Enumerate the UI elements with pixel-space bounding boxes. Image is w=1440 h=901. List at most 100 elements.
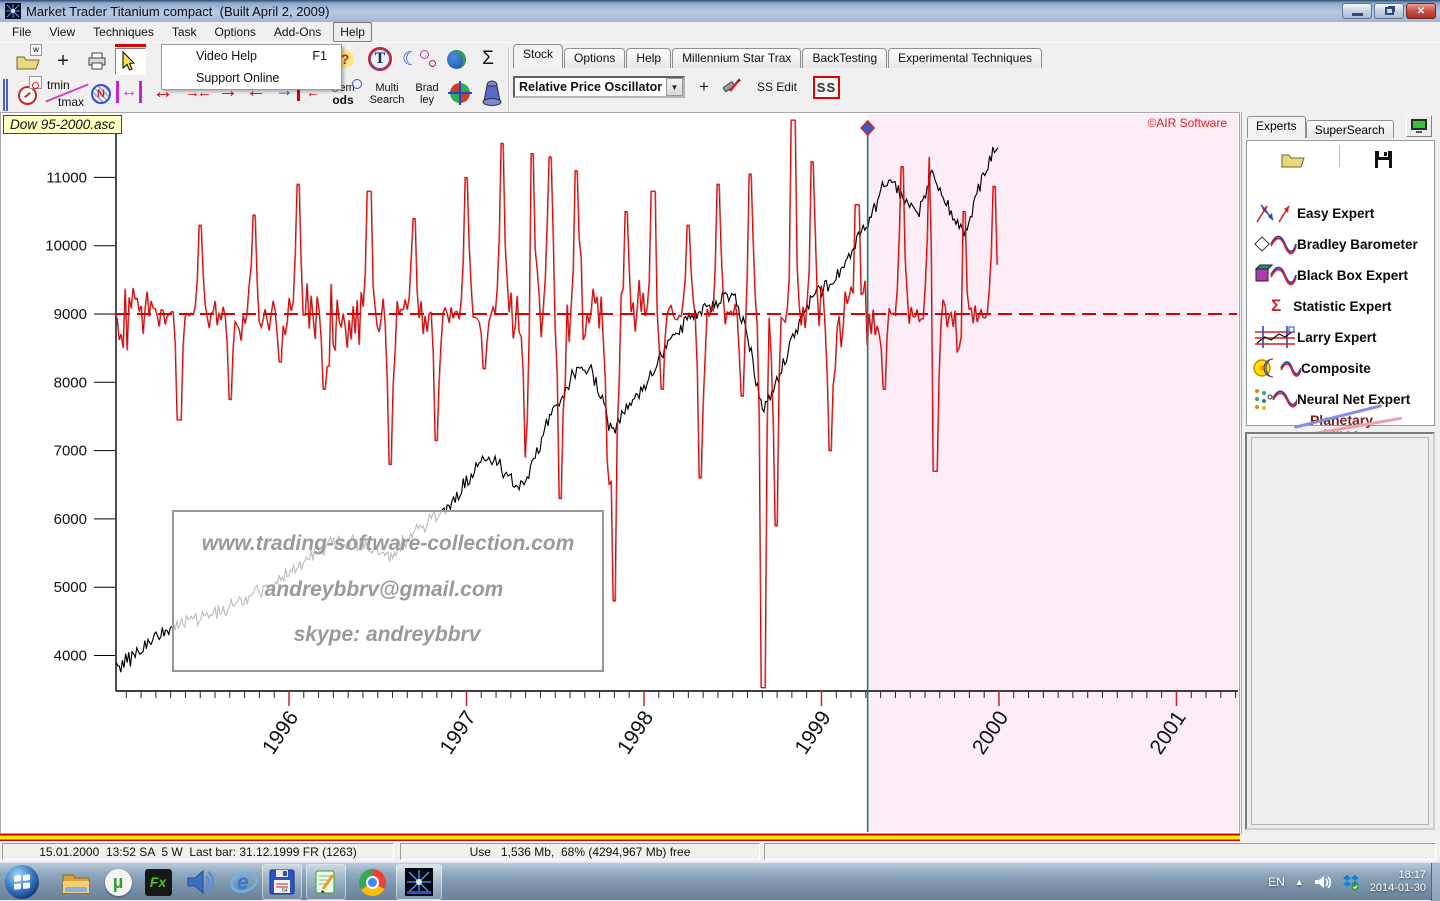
menu-task[interactable]: Task: [166, 23, 203, 41]
tab-stock[interactable]: Stock: [513, 44, 563, 68]
menu-view[interactable]: View: [43, 23, 81, 41]
expert-larry[interactable]: Larry Expert: [1253, 325, 1377, 349]
compass-tool-icon[interactable]: N: [88, 81, 114, 107]
range-tool-icon[interactable]: ↔: [116, 81, 142, 103]
y-tick-label: 11000: [46, 169, 87, 186]
load-expert-button[interactable]: [1281, 147, 1305, 171]
air-software-credit: ©AIR Software: [1147, 116, 1227, 130]
status-cursor-info: 15.01.2000 13:52 SA 5 W Last bar: 31.12.…: [2, 843, 394, 860]
toolbar-handle[interactable]: [3, 79, 8, 111]
chart-window[interactable]: 4000500060007000800090001000011000199619…: [0, 112, 1240, 834]
y-tick-label: 10000: [45, 238, 87, 255]
multi-search-tool[interactable]: MultiSearch: [364, 79, 410, 109]
menu-help[interactable]: Help: [333, 22, 372, 42]
supersearch-results-box[interactable]: [1245, 432, 1435, 830]
dropbox-tray-icon[interactable]: [1342, 874, 1360, 891]
tab-supersearch[interactable]: SuperSearch: [1306, 120, 1394, 138]
print-button[interactable]: [84, 49, 110, 73]
expert-composite[interactable]: Composite: [1253, 356, 1371, 380]
timer-tool-icon[interactable]: [13, 81, 41, 109]
bell-tool-icon[interactable]: [476, 77, 508, 109]
utorrent-icon[interactable]: µ: [98, 864, 138, 900]
y-tick-label: 6000: [54, 511, 87, 528]
sigma-tool-icon[interactable]: Σ: [477, 47, 499, 71]
y-tick-label: 8000: [54, 374, 87, 391]
expert-black-box[interactable]: Black Box Expert: [1253, 263, 1408, 287]
windows-flag-icon: [13, 874, 31, 890]
year-label: 1999: [790, 707, 835, 759]
bradley-tool[interactable]: Bradley: [410, 79, 444, 109]
expert-bradley-barometer[interactable]: Bradley Barometer: [1253, 232, 1418, 256]
close-button[interactable]: ✕: [1406, 3, 1436, 19]
menu-item-video-help[interactable]: Video Help F1: [162, 45, 341, 67]
add-technique-button[interactable]: +: [699, 77, 709, 97]
target-tool-icon[interactable]: [446, 79, 474, 107]
y-tick-label: 9000: [54, 306, 87, 323]
chrome-icon[interactable]: [352, 864, 392, 900]
menu-add-ons[interactable]: Add-Ons: [268, 23, 327, 41]
minimize-button[interactable]: [1342, 3, 1372, 19]
tab-help[interactable]: Help: [626, 48, 671, 68]
clock[interactable]: 18:17 2014-01-30: [1370, 869, 1426, 895]
ss-edit-label[interactable]: SS Edit: [757, 80, 797, 94]
window-title: Market Trader Titanium compact (Built Ap…: [26, 4, 329, 19]
y-tick-label: 7000: [54, 443, 87, 460]
y-tick-label: 5000: [54, 579, 87, 596]
expert-easy[interactable]: Easy Expert: [1253, 201, 1374, 225]
taskbar: µ Fx e 64 EN ▲ 18:17 2014-01-30: [0, 862, 1440, 900]
astro-tool-icon[interactable]: ☾: [402, 45, 436, 73]
explorer-icon[interactable]: [56, 864, 96, 900]
tab-options[interactable]: Options: [564, 48, 625, 68]
tab-experts[interactable]: Experts: [1247, 116, 1306, 138]
bradley-barometer-icon: [1253, 231, 1297, 257]
status-empty-panel: [764, 843, 1436, 860]
market-trader-taskbar-icon[interactable]: [396, 864, 442, 900]
menu-bar: File View Techniques Task Options Add-On…: [0, 22, 1440, 42]
save-expert-button[interactable]: [1375, 147, 1392, 171]
notes-app-icon[interactable]: [306, 864, 346, 900]
composite-icon: [1253, 355, 1301, 381]
tab-backtesting[interactable]: BackTesting: [802, 48, 887, 68]
tray-date: 2014-01-30: [1370, 882, 1426, 895]
tab-experimental-techniques[interactable]: Experimental Techniques: [888, 48, 1042, 68]
monitor-icon: [1410, 118, 1428, 134]
open-week-badge: w: [30, 44, 42, 56]
floppy-app-icon[interactable]: 64: [262, 864, 302, 900]
tab-millennium-star-trax[interactable]: Millennium Star Trax: [672, 48, 801, 68]
technique-row: Relative Price Oscillator ▼ + SS Edit SS: [513, 74, 840, 100]
edit-technique-button[interactable]: [721, 75, 741, 100]
globe-icon[interactable]: [444, 47, 468, 71]
menu-options[interactable]: Options: [209, 23, 262, 41]
internet-explorer-icon[interactable]: e: [224, 864, 264, 900]
status-bar: 15.01.2000 13:52 SA 5 W Last bar: 31.12.…: [0, 841, 1440, 862]
volume-tray-icon[interactable]: [1314, 874, 1332, 890]
start-button[interactable]: [2, 864, 42, 900]
price-chart[interactable]: 4000500060007000800090001000011000199619…: [1, 113, 1239, 833]
open-file-button[interactable]: w: [12, 49, 44, 73]
tray-expand-icon[interactable]: ▲: [1295, 877, 1304, 887]
monitor-button[interactable]: [1406, 115, 1432, 137]
menu-item-support-online[interactable]: Support Online: [162, 67, 341, 89]
help-menu: Video Help F1 Support Online: [161, 44, 342, 90]
chevron-down-icon[interactable]: ▼: [666, 78, 683, 96]
experts-toolbar-separator: [1339, 145, 1340, 167]
status-memory-info: Use 1,536 Mb, 68% (4294,967 Mb) free: [400, 843, 760, 860]
open-folder-icon: [1281, 150, 1305, 168]
add-button[interactable]: +: [52, 49, 74, 73]
menu-file[interactable]: File: [6, 23, 37, 41]
fx-app-icon[interactable]: Fx: [138, 864, 178, 900]
ss-button[interactable]: SS: [813, 76, 840, 99]
show-desktop-button[interactable]: [1431, 863, 1440, 901]
menu-techniques[interactable]: Techniques: [87, 23, 160, 41]
technique-select[interactable]: Relative Price Oscillator ▼: [513, 76, 685, 98]
expert-neural-net[interactable]: Neural Net Expert: [1253, 387, 1410, 411]
text-tool-icon[interactable]: T: [366, 45, 394, 73]
app-icon: [5, 3, 21, 19]
pointer-tool-button[interactable]: [115, 48, 146, 75]
expert-statistic[interactable]: Σ Statistic Expert: [1271, 294, 1392, 318]
volume-app-icon[interactable]: [180, 864, 220, 900]
chart-file-label[interactable]: Dow 95-2000.asc: [3, 115, 122, 134]
tmin-tmax-tool[interactable]: tmin tmax: [44, 77, 90, 113]
language-indicator[interactable]: EN: [1268, 875, 1285, 889]
restore-button[interactable]: [1374, 3, 1404, 19]
